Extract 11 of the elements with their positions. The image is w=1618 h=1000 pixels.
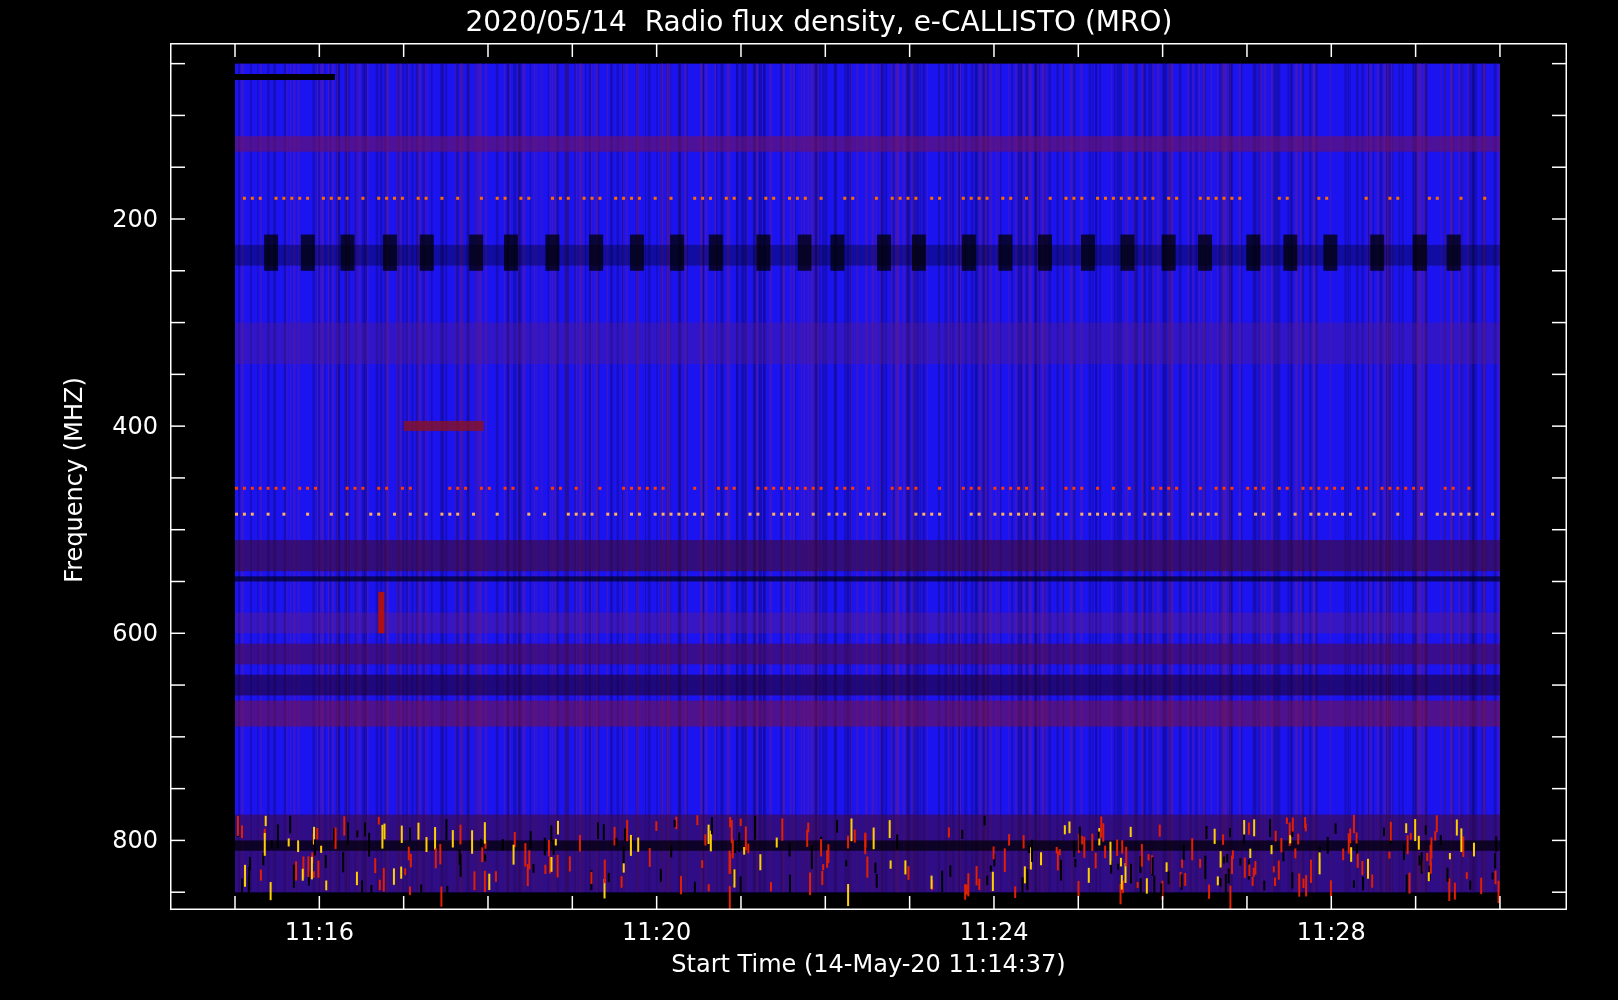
y-tick-label: 600 (112, 621, 158, 646)
x-tick-label: 11:24 (959, 920, 1029, 944)
y-axis-label: Frequency (MHZ) (62, 377, 86, 583)
x-tick-label: 11:28 (1296, 920, 1366, 944)
x-tick-label: 11:20 (622, 920, 692, 944)
y-tick-label: 200 (112, 207, 158, 231)
y-tick-label: 400 (112, 414, 158, 439)
chart-title: 2020/05/14 Radio flux density, e-CALLISTO (MRO) (464, 4, 1174, 40)
x-axis-label: Start Time (14-May-20 11:14:37) (670, 950, 1067, 978)
x-tick-label: 11:16 (284, 920, 354, 944)
y-tick-label: 800 (112, 828, 158, 853)
